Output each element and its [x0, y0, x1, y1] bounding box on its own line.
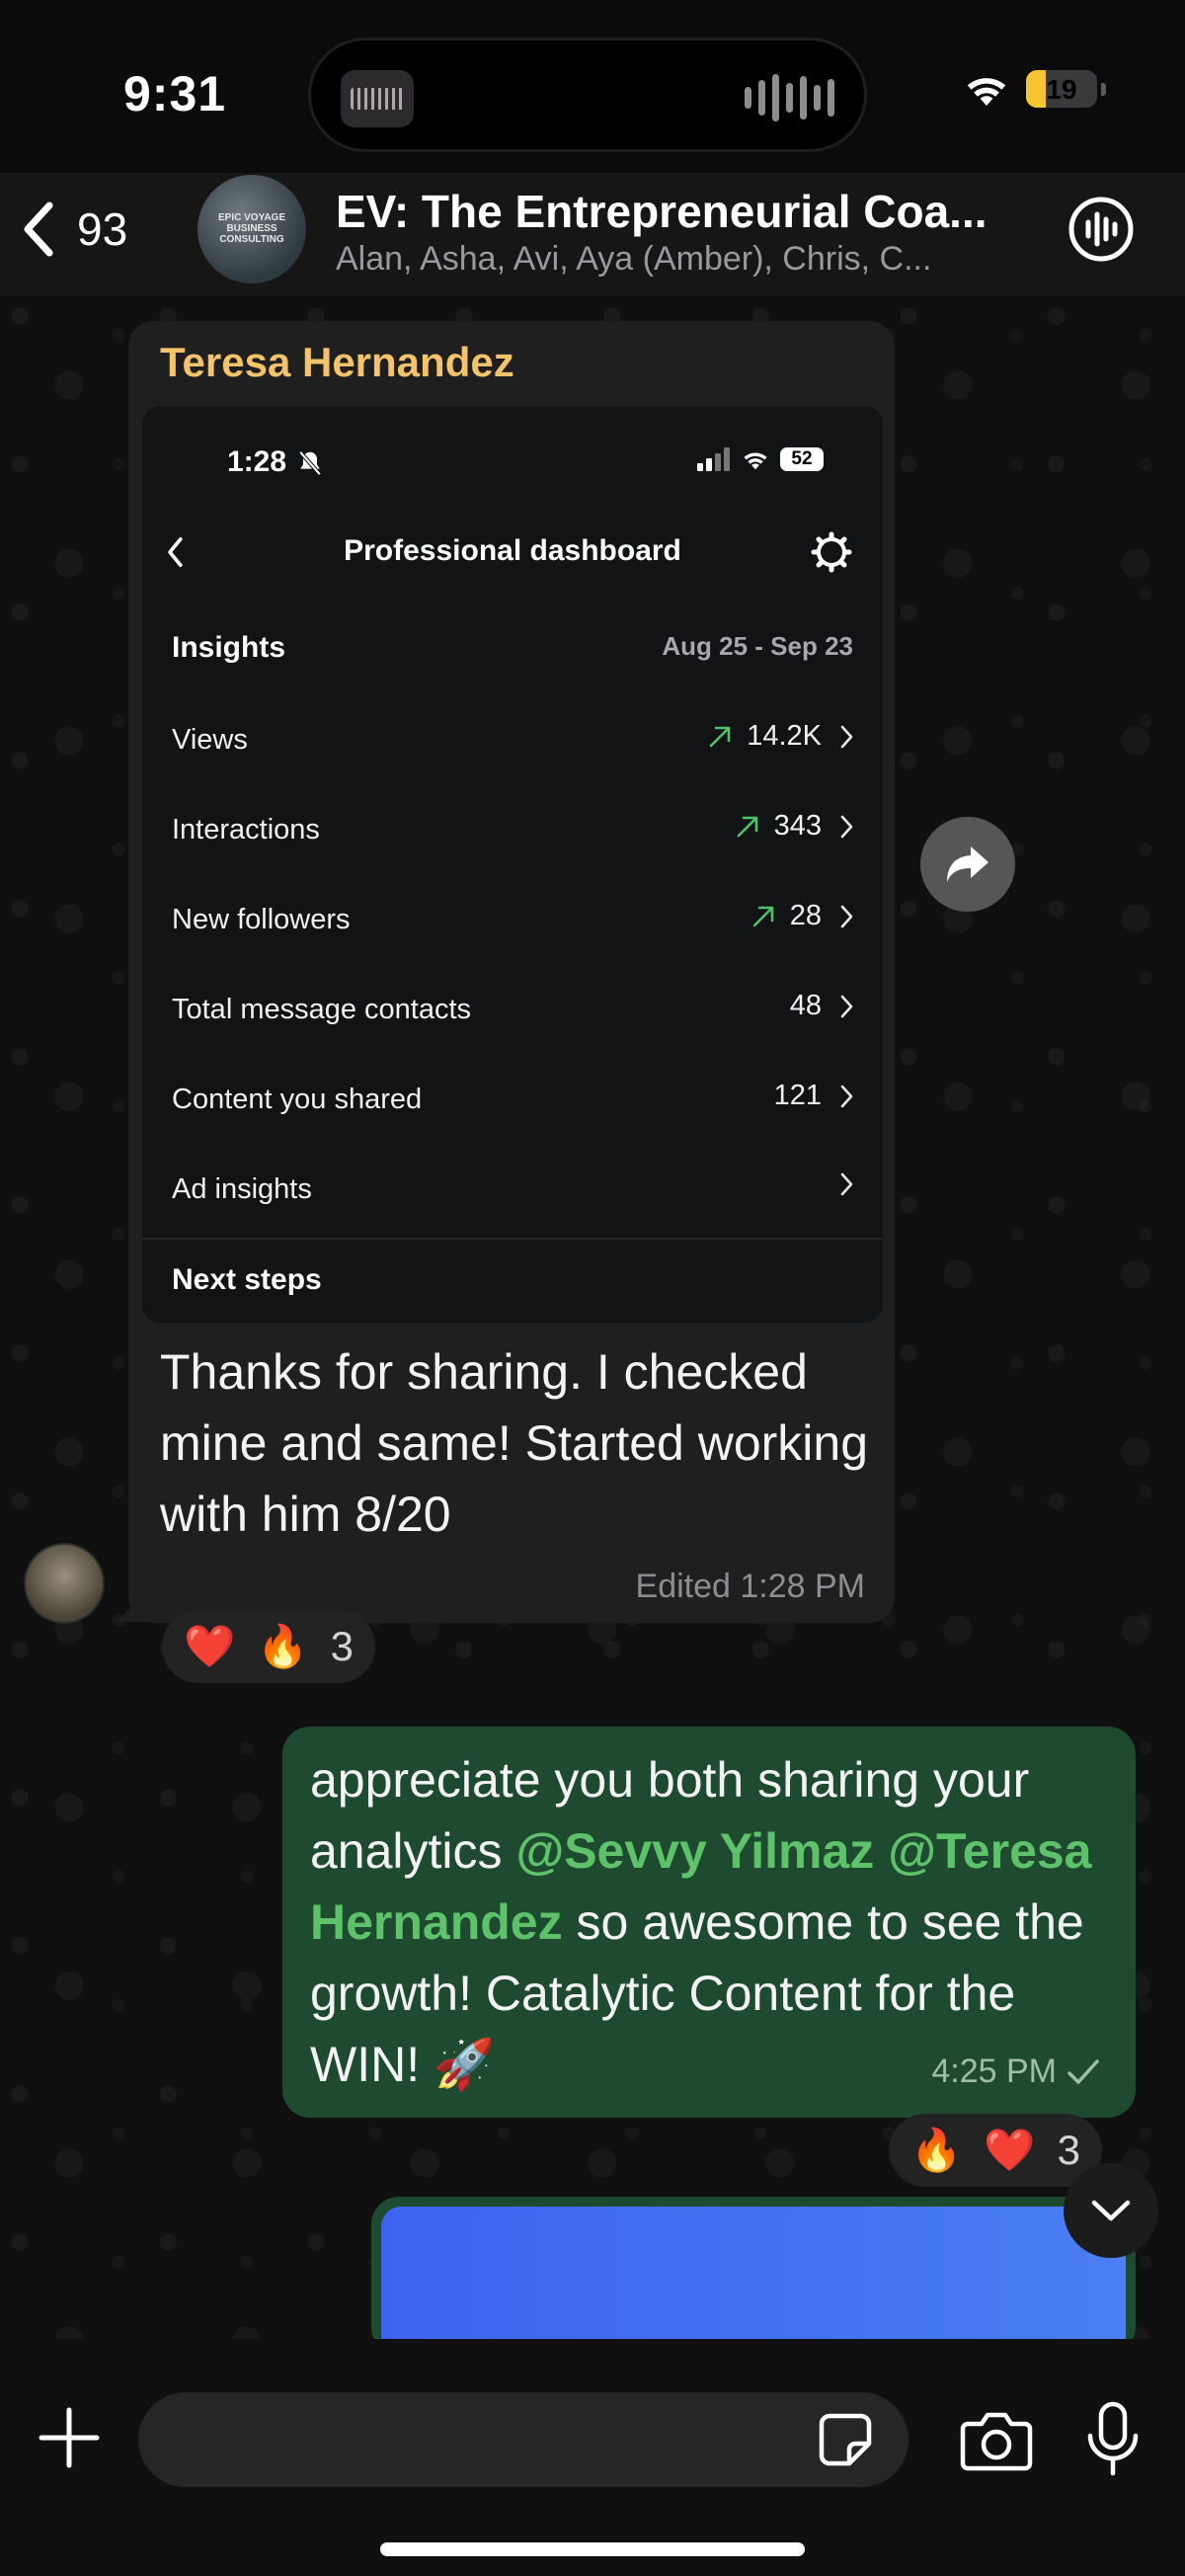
status-bar: 9:31 19 — [0, 0, 1185, 173]
insights-row: Total message contacts 48 — [142, 968, 883, 1057]
insights-row-label: New followers — [172, 904, 351, 935]
sender-name[interactable]: Teresa Hernandez — [160, 339, 514, 386]
insights-row: Content you shared 121 — [142, 1058, 883, 1147]
outgoing-message-time: 4:25 PM — [931, 2053, 1057, 2090]
insights-row: Ad insights — [142, 1148, 883, 1237]
insights-row-label: Views — [172, 724, 248, 756]
chat-header: 93 EPIC VOYAGE BUSINESS CONSULTING EV: T… — [0, 173, 1185, 296]
insights-row: Interactions 343 — [142, 788, 883, 877]
chevron-down-icon — [1091, 2200, 1131, 2221]
reaction-heart: ❤️ — [184, 1622, 236, 1669]
now-playing-thumbnail — [341, 70, 414, 127]
wifi-icon — [744, 452, 767, 470]
battery-icon: 19 — [1026, 70, 1097, 108]
trend-up-icon — [737, 816, 757, 837]
share-arrow-icon — [947, 846, 988, 882]
insights-row: New followers 28 — [142, 878, 883, 967]
dynamic-island[interactable] — [308, 38, 867, 152]
trend-up-icon — [709, 726, 731, 747]
outgoing-reactions[interactable]: 🔥 ❤️ 3 — [889, 2114, 1102, 2187]
chevron-right-icon — [840, 1085, 853, 1107]
outgoing-message-text: appreciate you both sharing your analyti… — [310, 1752, 1092, 2092]
message-composer — [0, 2339, 1185, 2576]
insights-row-label: Interactions — [172, 814, 320, 845]
insights-row-value: 343 — [773, 810, 822, 842]
shared-screenshot[interactable]: 1:28 52 Professional dashboard Insights … — [142, 406, 883, 1323]
outgoing-message[interactable]: appreciate you both sharing your analyti… — [282, 1727, 1136, 2118]
chevron-left-icon — [24, 201, 53, 257]
chevron-right-icon — [840, 1172, 853, 1196]
insights-row-label: Total message contacts — [172, 994, 472, 1025]
trend-up-icon — [752, 906, 774, 926]
incoming-message[interactable]: Teresa Hernandez 1:28 52 Professional da… — [128, 321, 895, 1623]
screenshot-nav-bar: Professional dashboard — [142, 523, 883, 582]
gear-icon — [811, 531, 852, 573]
group-avatar-text: EPIC VOYAGE BUSINESS CONSULTING — [218, 212, 285, 245]
plus-icon[interactable] — [38, 2406, 101, 2469]
screenshot-title: Professional dashboard — [344, 534, 681, 567]
insights-row-label: Content you shared — [172, 1084, 423, 1115]
forward-button[interactable] — [920, 817, 1015, 912]
audio-waveform-icon — [745, 72, 834, 123]
incoming-message-text: Thanks for sharing. I checked mine and s… — [160, 1344, 869, 1542]
screenshot-time: 1:28 — [227, 445, 287, 478]
outgoing-message-meta: 4:25 PM — [931, 2053, 1100, 2091]
reaction-count: 3 — [330, 1623, 354, 1669]
chat-title[interactable]: EV: The Entrepreneurial Coa... — [336, 185, 1007, 238]
home-indicator[interactable] — [380, 2542, 805, 2556]
insights-date-range: Aug 25 - Sep 23 — [662, 631, 853, 661]
reaction-heart: ❤️ — [984, 2126, 1036, 2173]
incoming-message-meta: Edited 1:28 PM — [635, 1568, 865, 1605]
reaction-fire: 🔥 — [257, 1622, 309, 1669]
wifi-icon — [967, 78, 1006, 106]
chevron-right-icon — [840, 725, 853, 748]
chevron-right-icon — [840, 905, 853, 927]
insights-row-value: 48 — [789, 990, 822, 1021]
screenshot-status-icons: 52 — [697, 447, 824, 471]
reaction-count: 3 — [1057, 2127, 1080, 2173]
next-steps-heading: Next steps — [172, 1263, 322, 1296]
message-input[interactable] — [138, 2392, 908, 2487]
reaction-fire: 🔥 — [910, 2126, 963, 2173]
insights-row-label: Ad insights — [172, 1173, 312, 1205]
insights-heading: Insights — [172, 631, 286, 664]
group-avatar[interactable]: EPIC VOYAGE BUSINESS CONSULTING — [198, 175, 306, 283]
insights-row-value: 28 — [789, 900, 822, 931]
chevron-right-icon — [840, 815, 853, 838]
chevron-right-icon — [840, 995, 853, 1017]
mention-sevvy[interactable]: @Sevvy Yilmaz — [515, 1823, 874, 1879]
sticker-icon[interactable] — [816, 2410, 875, 2469]
scroll-to-bottom-button[interactable] — [1064, 2163, 1158, 2258]
outgoing-media-message[interactable] — [371, 2197, 1136, 2355]
unread-count: 93 — [77, 203, 128, 255]
checkmark-icon — [1067, 2058, 1099, 2084]
back-button[interactable]: 93 — [20, 195, 127, 264]
insights-row-value: 121 — [773, 1080, 822, 1111]
status-time: 9:31 — [123, 66, 227, 121]
microphone-icon[interactable] — [1084, 2400, 1142, 2479]
insights-row: Views 14.2K — [142, 698, 883, 787]
chat-members[interactable]: Alan, Asha, Avi, Aya (Amber), Chris, C..… — [336, 240, 997, 279]
incoming-reactions[interactable]: ❤️ 🔥 3 — [162, 1610, 375, 1683]
media-preview[interactable] — [381, 2207, 1126, 2355]
insights-row-value: 14.2K — [747, 720, 822, 752]
sender-avatar[interactable] — [24, 1543, 105, 1624]
battery-level: 19 — [1046, 74, 1077, 105]
cellular-signal-icon — [697, 447, 730, 471]
status-icons: 19 — [963, 69, 1106, 109]
bell-muted-icon — [298, 450, 322, 476]
camera-icon[interactable] — [960, 2408, 1033, 2471]
screenshot-battery: 52 — [780, 447, 824, 471]
voice-chat-icon[interactable] — [1066, 195, 1136, 264]
